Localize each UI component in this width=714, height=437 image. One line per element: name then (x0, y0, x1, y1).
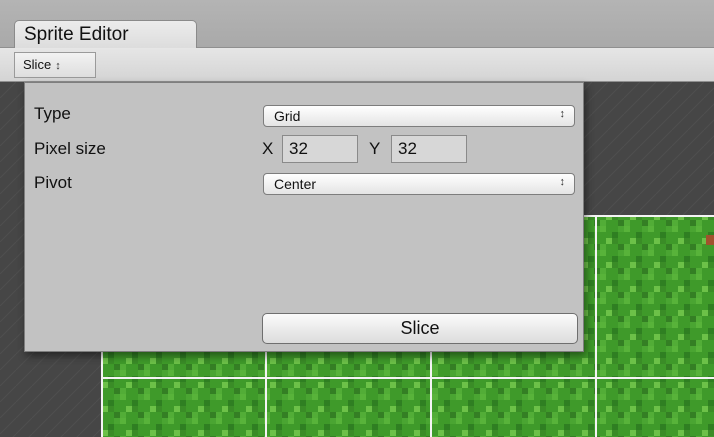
tab-strip: Sprite Editor (0, 0, 714, 49)
updown-arrows-icon: ↕ (55, 60, 61, 72)
slice-menu-button[interactable]: Slice ↕ (14, 52, 96, 78)
dropdown-arrows-icon: ↕ (559, 176, 566, 188)
tab-sprite-editor[interactable]: Sprite Editor (14, 20, 197, 49)
pivot-label: Pivot (34, 173, 72, 192)
pivot-dropdown-value: Center (274, 176, 317, 192)
toolbar: Slice ↕ (0, 48, 714, 82)
pivot-dropdown[interactable]: Center ↕ (263, 173, 575, 195)
dropdown-arrows-icon: ↕ (559, 108, 566, 120)
type-dropdown-value: Grid (274, 108, 301, 124)
type-label: Type (34, 104, 71, 123)
slice-button[interactable]: Slice (262, 313, 578, 344)
pixel-size-y-field[interactable]: 32 (391, 135, 467, 163)
pixel-size-x-field[interactable]: 32 (282, 135, 358, 163)
x-label: X (262, 139, 274, 158)
slice-panel: Type Grid ↕ Pixel size X 32 Y 32 Pivot C… (24, 82, 584, 352)
pixel-size-label: Pixel size (34, 139, 106, 158)
y-label: Y (369, 139, 381, 158)
type-dropdown[interactable]: Grid ↕ (263, 105, 575, 127)
slice-menu-label: Slice (23, 57, 52, 72)
